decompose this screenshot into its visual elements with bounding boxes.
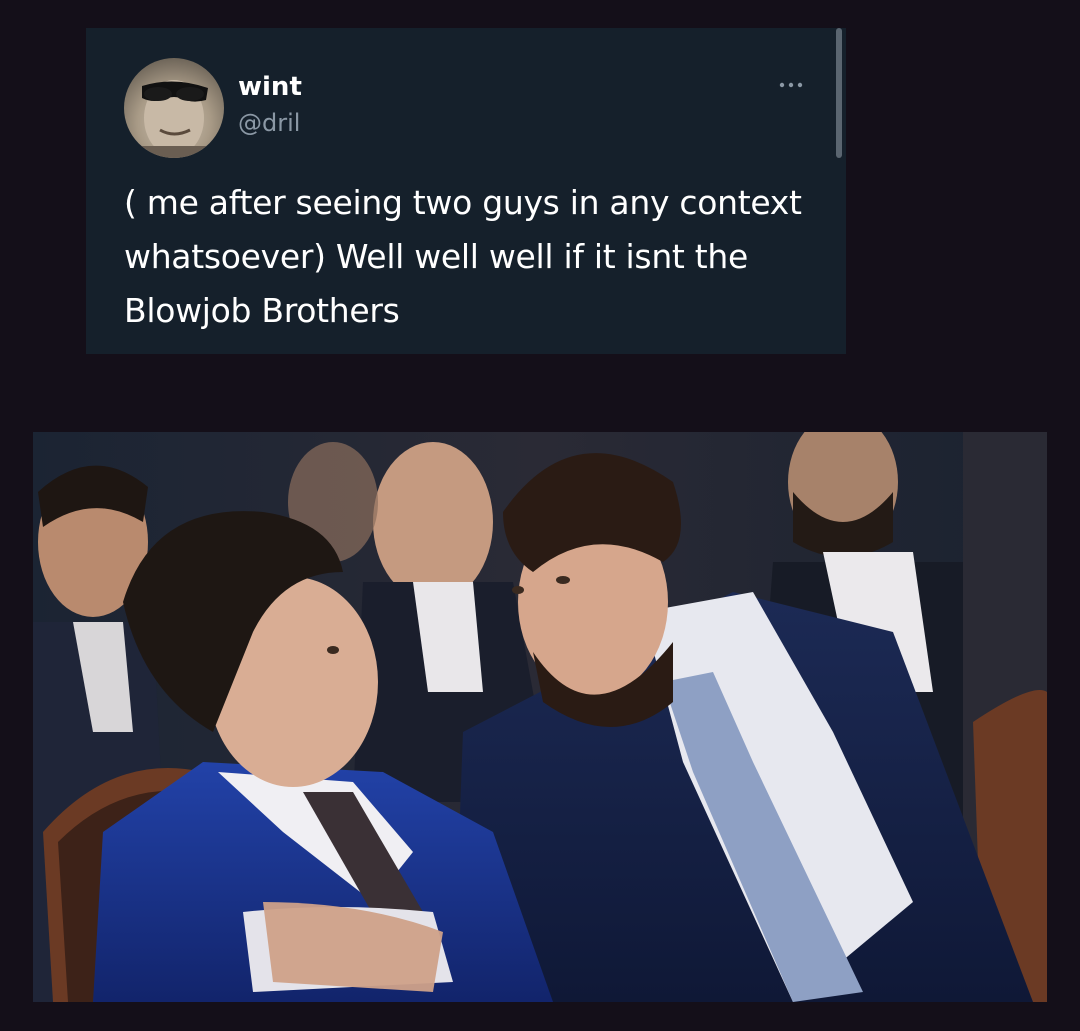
avatar-photo-icon <box>124 80 224 158</box>
user-handle[interactable]: @dril <box>238 109 300 137</box>
tweet-card: wint @dril ( me after seeing two guys in… <box>86 28 846 354</box>
user-avatar[interactable] <box>124 58 224 158</box>
photo-illustration <box>33 432 1047 1002</box>
scrollbar[interactable] <box>836 28 842 158</box>
embedded-photo[interactable] <box>33 432 1047 1002</box>
more-options-icon[interactable] <box>776 78 806 92</box>
display-name[interactable]: wint <box>238 72 302 102</box>
tweet-text: ( me after seeing two guys in any contex… <box>124 183 802 330</box>
